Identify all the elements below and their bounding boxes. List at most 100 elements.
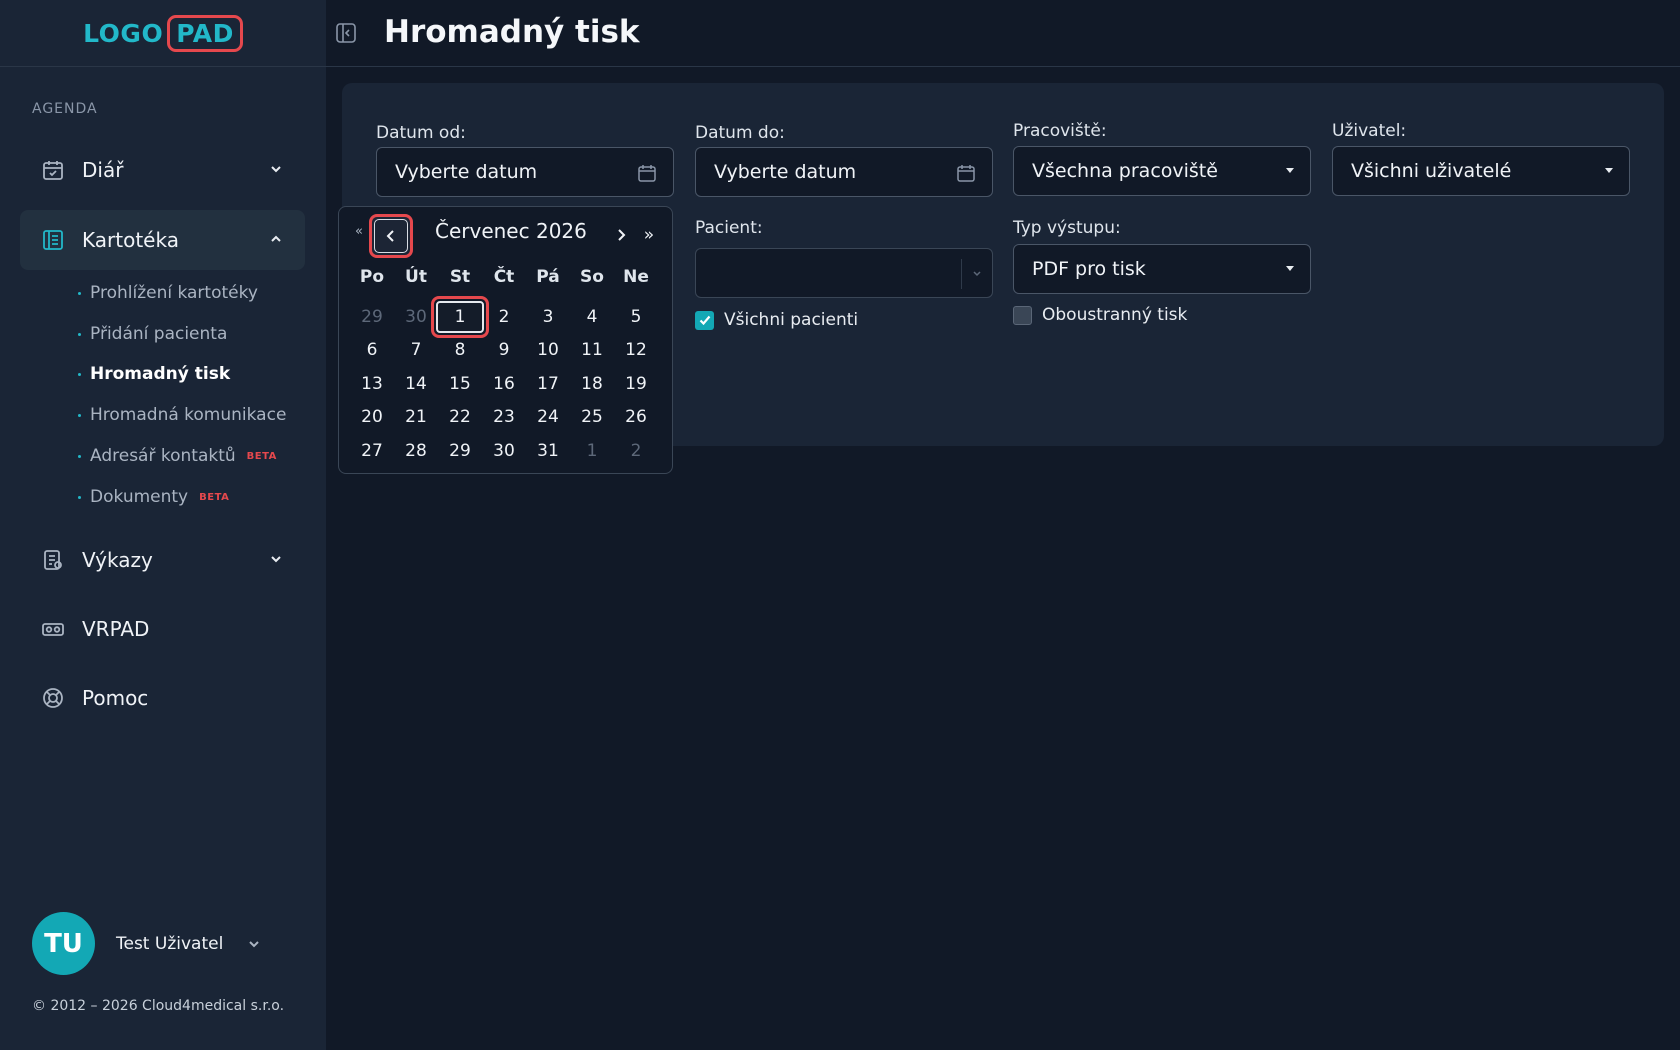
calendar-day[interactable]: 18 bbox=[572, 370, 612, 398]
calendar-day[interactable]: 30 bbox=[484, 437, 524, 465]
calendar-day[interactable]: 24 bbox=[528, 403, 568, 431]
date-to-label: Datum do: bbox=[695, 123, 785, 143]
calendar-day[interactable]: 19 bbox=[616, 370, 656, 398]
next-year-button[interactable]: » bbox=[639, 220, 659, 250]
calendar-day[interactable]: 20 bbox=[352, 403, 392, 431]
chevron-down-icon bbox=[271, 166, 281, 173]
checkbox-unchecked-icon bbox=[1013, 305, 1032, 325]
calendar-day[interactable]: 22 bbox=[440, 403, 480, 431]
calendar-day[interactable]: 28 bbox=[396, 437, 436, 465]
sidebar: LOGO PAD AGENDA Diář Kartotéka Prohlížen… bbox=[0, 0, 326, 1050]
chevron-down-icon bbox=[249, 940, 260, 947]
duplex-label: Oboustranný tisk bbox=[1042, 305, 1188, 325]
patient-select[interactable] bbox=[695, 248, 993, 298]
sidebar-item-label: VRPAD bbox=[82, 617, 150, 641]
calendar-day[interactable]: 4 bbox=[572, 303, 612, 331]
logo[interactable]: LOGO PAD bbox=[83, 14, 243, 52]
calendar-day[interactable]: 11 bbox=[572, 336, 612, 364]
vr-headset-icon bbox=[40, 616, 66, 642]
calendar-day[interactable]: 10 bbox=[528, 336, 568, 364]
calendar-day[interactable]: 13 bbox=[352, 370, 392, 398]
calendar-weekday: Čt bbox=[493, 267, 515, 287]
calendar-day[interactable]: 31 bbox=[528, 437, 568, 465]
calendar-day[interactable]: 27 bbox=[352, 437, 392, 465]
logo-pad-text: PAD bbox=[167, 14, 243, 52]
sidebar-subitem-dokumenty[interactable]: Dokumenty BETA bbox=[78, 487, 229, 507]
previous-year-button[interactable]: « bbox=[355, 224, 363, 239]
sidebar-item-pomoc[interactable]: Pomoc bbox=[20, 668, 305, 728]
calendar-weekday: So bbox=[580, 267, 604, 287]
previous-month-button[interactable] bbox=[369, 214, 413, 258]
output-type-select[interactable]: PDF pro tisk bbox=[1013, 244, 1311, 294]
next-month-button[interactable] bbox=[611, 220, 631, 250]
calendar-day[interactable]: 7 bbox=[396, 336, 436, 364]
calendar-day[interactable]: 8 bbox=[440, 336, 480, 364]
chevron-down-icon bbox=[271, 556, 281, 563]
sidebar-item-vrpad[interactable]: VRPAD bbox=[20, 599, 305, 659]
sidebar-item-diar[interactable]: Diář bbox=[20, 140, 305, 200]
checkbox-checked-icon bbox=[695, 310, 714, 330]
sidebar-subitem-prohlizeni[interactable]: Prohlížení kartotéky bbox=[78, 283, 258, 303]
calendar-day[interactable]: 6 bbox=[352, 336, 392, 364]
calendar-day[interactable]: 26 bbox=[616, 403, 656, 431]
duplex-checkbox[interactable]: Oboustranný tisk bbox=[1013, 305, 1187, 325]
sidebar-subitem-label: Hromadná komunikace bbox=[90, 405, 287, 425]
sidebar-item-kartoteka[interactable]: Kartotéka bbox=[20, 210, 305, 270]
sidebar-item-label: Diář bbox=[82, 158, 124, 182]
calendar-day[interactable]: 12 bbox=[616, 336, 656, 364]
sidebar-collapse-icon[interactable] bbox=[335, 22, 357, 44]
chevron-left-icon bbox=[374, 219, 408, 253]
calendar-day[interactable]: 1 bbox=[572, 437, 612, 465]
chevron-up-icon bbox=[271, 235, 281, 242]
calendar-day[interactable]: 29 bbox=[440, 437, 480, 465]
calendar-day[interactable]: 2 bbox=[484, 303, 524, 331]
patient-label: Pacient: bbox=[695, 218, 763, 238]
user-select[interactable]: Všichni uživatelé bbox=[1332, 146, 1630, 196]
avatar: TU bbox=[32, 912, 95, 975]
lifebuoy-icon bbox=[40, 685, 66, 711]
calendar-day[interactable]: 15 bbox=[440, 370, 480, 398]
date-to-placeholder: Vyberte datum bbox=[714, 161, 857, 183]
caret-down-icon bbox=[1286, 266, 1294, 271]
report-icon bbox=[40, 547, 66, 573]
calendar-day[interactable]: 23 bbox=[484, 403, 524, 431]
calendar-day-today[interactable]: 1 bbox=[431, 296, 489, 338]
page-title: Hromadný tisk bbox=[384, 14, 640, 50]
date-to-input[interactable]: Vyberte datum bbox=[695, 147, 993, 197]
sidebar-subitem-hromadny-tisk[interactable]: Hromadný tisk bbox=[78, 364, 230, 384]
user-name: Test Uživatel bbox=[116, 933, 224, 954]
all-patients-checkbox[interactable]: Všichni pacienti bbox=[695, 310, 858, 330]
sidebar-subitem-adresar[interactable]: Adresář kontaktů BETA bbox=[78, 446, 277, 466]
bullet-icon bbox=[78, 454, 81, 458]
bullet-icon bbox=[78, 495, 81, 499]
sidebar-subitem-label: Dokumenty bbox=[90, 487, 189, 507]
calendar-weekday: Út bbox=[405, 267, 427, 287]
chevron-down-icon bbox=[973, 271, 981, 277]
calendar-day[interactable]: 21 bbox=[396, 403, 436, 431]
caret-down-icon bbox=[1605, 168, 1613, 173]
calendar-day[interactable]: 5 bbox=[616, 303, 656, 331]
section-label: AGENDA bbox=[32, 101, 98, 117]
calendar-month-title[interactable]: Červenec 2026 bbox=[435, 219, 587, 243]
calendar-day[interactable]: 17 bbox=[528, 370, 568, 398]
calendar-weekday: Ne bbox=[623, 267, 649, 287]
calendar-weekday: Pá bbox=[536, 267, 560, 287]
sidebar-subitem-label: Prohlížení kartotéky bbox=[90, 283, 258, 303]
calendar-day[interactable]: 16 bbox=[484, 370, 524, 398]
sidebar-subitem-pridani[interactable]: Přidání pacienta bbox=[78, 324, 227, 344]
all-patients-label: Všichni pacienti bbox=[724, 310, 859, 330]
user-menu[interactable]: TU Test Uživatel bbox=[32, 912, 261, 975]
calendar-day[interactable]: 9 bbox=[484, 336, 524, 364]
date-from-input[interactable]: Vyberte datum bbox=[376, 147, 674, 197]
chevron-right-icon bbox=[618, 229, 626, 241]
calendar-day[interactable]: 30 bbox=[396, 303, 436, 331]
workplace-select[interactable]: Všechna pracoviště bbox=[1013, 146, 1311, 196]
sidebar-subitem-komunikace[interactable]: Hromadná komunikace bbox=[78, 405, 286, 425]
sidebar-item-vykazy[interactable]: Výkazy bbox=[20, 530, 305, 590]
calendar-day[interactable]: 2 bbox=[616, 437, 656, 465]
calendar-day[interactable]: 14 bbox=[396, 370, 436, 398]
sidebar-subitem-label: Hromadný tisk bbox=[90, 364, 231, 384]
calendar-day[interactable]: 3 bbox=[528, 303, 568, 331]
calendar-day[interactable]: 25 bbox=[572, 403, 612, 431]
calendar-day[interactable]: 29 bbox=[352, 303, 392, 331]
